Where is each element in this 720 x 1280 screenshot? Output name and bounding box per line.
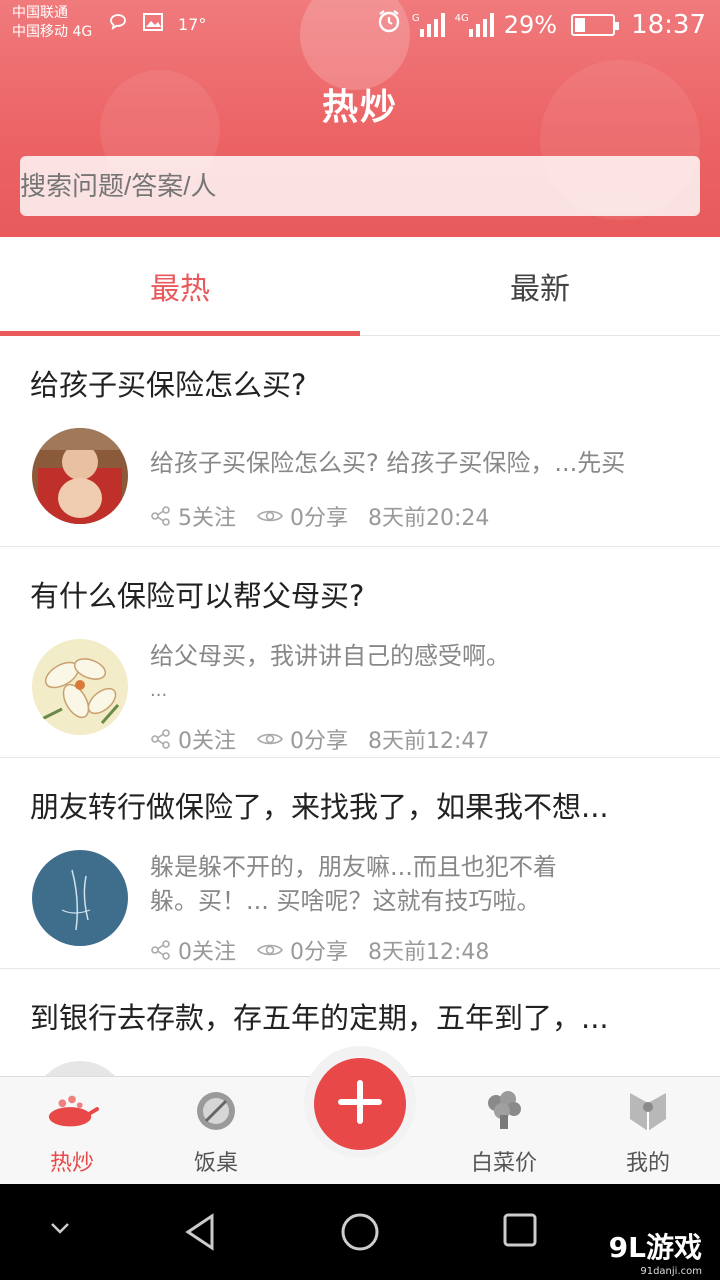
share-icon [150, 505, 172, 527]
signal-icon [419, 12, 445, 37]
question-item[interactable]: 朋友转行做保险了，来找我了，如果我不想... 躲是躲不开的，朋友嘛...而且也犯… [0, 758, 720, 969]
watermark-brand: 9L游戏 [608, 1231, 702, 1264]
tab-bargains[interactable]: 白菜价 [432, 1077, 576, 1185]
follow-count: 5关注 [178, 506, 236, 531]
search-input[interactable] [20, 156, 700, 216]
wok-icon [45, 1087, 99, 1135]
carrier-2: 中国移动 4G [12, 24, 93, 40]
recents-icon[interactable] [502, 1212, 538, 1252]
eye-icon [256, 507, 284, 525]
question-meta: 0关注 0分享 8天前12:47 [150, 723, 509, 755]
eye-icon [256, 730, 284, 748]
question-title[interactable]: 有什么保险可以帮父母买? [30, 573, 690, 615]
answer-excerpt: 给孩子买保险怎么买? 给孩子买保险，...先买 [150, 449, 626, 477]
home-icon[interactable] [340, 1212, 380, 1256]
answer-excerpt-line2: 躲。买！... 买啥呢？这就有技巧啦。 [150, 887, 541, 915]
share-icon [150, 939, 172, 961]
tab-hot-topics[interactable]: 热炒 [0, 1077, 144, 1185]
share-icon [150, 728, 172, 750]
network-label-1: G [411, 12, 420, 24]
question-meta: 5关注 0分享 8天前20:24 [150, 500, 509, 532]
follow-count: 0关注 [178, 729, 236, 754]
chat-icon [108, 12, 128, 37]
battery-icon [571, 13, 620, 36]
tab-profile[interactable]: 我的 [576, 1077, 720, 1185]
follow-count: 0关注 [178, 940, 236, 965]
signal-icon-2 [468, 12, 494, 37]
share-count: 0分享 [290, 940, 348, 965]
plus-icon [337, 1079, 383, 1129]
post-time: 8天前12:47 [368, 729, 490, 754]
alarm-icon [376, 8, 402, 41]
post-time: 8天前20:24 [368, 506, 490, 531]
avatar[interactable] [32, 1061, 128, 1076]
share-count: 0分享 [290, 729, 348, 754]
add-post-button[interactable] [314, 1058, 406, 1150]
profile-icon [621, 1087, 675, 1135]
tab-label: 热炒 [49, 1151, 94, 1176]
image-icon [142, 12, 164, 37]
question-title[interactable]: 到银行去存款，存五年的定期，五年到了，... [30, 995, 690, 1037]
watermark-site: 91danji.com [640, 1266, 702, 1277]
tab-dining-table[interactable]: 饭桌 [144, 1077, 288, 1185]
avatar[interactable] [32, 428, 128, 524]
eye-icon [256, 941, 284, 959]
page-title: 热炒 [321, 87, 398, 128]
plate-icon [189, 1087, 243, 1135]
answer-excerpt: 给父母买，我讲讲自己的感受啊。 [150, 642, 510, 670]
carrier-info: 中国联通 中国移动 4G [12, 4, 92, 42]
tab-label: 白菜价 [470, 1151, 537, 1176]
avatar[interactable] [32, 850, 128, 946]
carrier-1: 中国联通 [12, 5, 68, 21]
chevron-down-icon[interactable] [48, 1220, 72, 1240]
cabbage-icon [477, 1087, 531, 1135]
question-title[interactable]: 朋友转行做保险了，来找我了，如果我不想... [30, 784, 690, 826]
network-label-2: 4G [454, 12, 469, 24]
tab-label: 饭桌 [193, 1151, 238, 1176]
question-item[interactable]: 给孩子买保险怎么买? 给孩子买保险怎么买? 给孩子买保险，...先买 5关注 0… [0, 336, 720, 547]
clock: 18:37 [631, 9, 706, 40]
question-feed: 给孩子买保险怎么买? 给孩子买保险怎么买? 给孩子买保险，...先买 5关注 0… [0, 336, 720, 1076]
answer-excerpt-more: ... [150, 680, 168, 701]
temperature: 17° [178, 15, 207, 34]
answer-excerpt: 躲是躲不开的，朋友嘛...而且也犯不着 [150, 853, 557, 881]
question-item[interactable]: 有什么保险可以帮父母买? 给父母买，我讲讲自己的感受啊。 ... 0关注 0分享 [0, 547, 720, 758]
tab-label: 我的 [625, 1151, 670, 1176]
post-time: 8天前12:48 [368, 940, 490, 965]
feed-tabs: 最热 最新 [0, 237, 720, 336]
question-title[interactable]: 给孩子买保险怎么买? [30, 362, 690, 404]
status-bar: 中国联通 中国移动 4G 17° G 4G 29% 18:37 [0, 0, 720, 50]
watermark: 9L游戏 91danji.com [609, 1226, 702, 1277]
back-icon[interactable] [182, 1212, 218, 1256]
tab-newest[interactable]: 最新 [360, 237, 720, 335]
app-header: 中国联通 中国移动 4G 17° G 4G 29% 18:37 热炒 搜索问题/… [0, 0, 720, 237]
avatar[interactable] [32, 639, 128, 735]
battery-percent: 29% [503, 10, 558, 39]
tab-hottest[interactable]: 最热 [0, 237, 360, 336]
question-meta: 0关注 0分享 8天前12:48 [150, 934, 509, 966]
share-count: 0分享 [290, 506, 348, 531]
